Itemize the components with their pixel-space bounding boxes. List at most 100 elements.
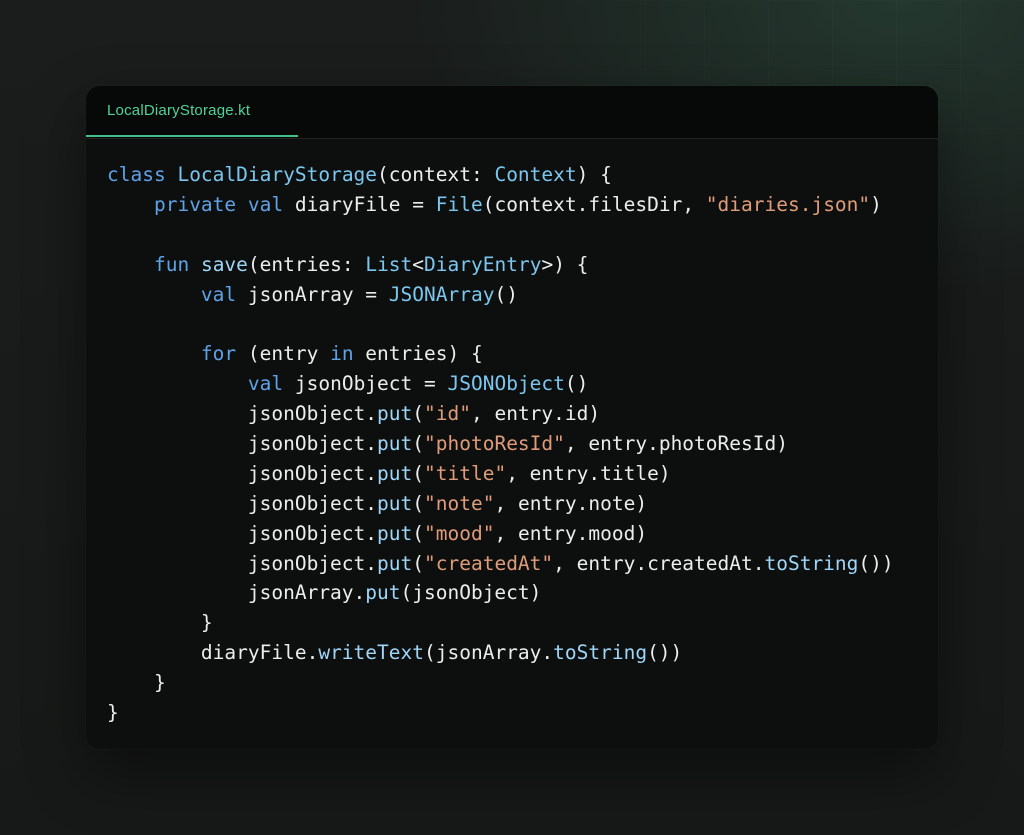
code-text: (entries:	[247, 252, 366, 276]
code-string: "createdAt"	[424, 551, 554, 575]
code-text: (	[412, 521, 425, 545]
code-type: List	[365, 252, 413, 276]
code-string: "diaries.json"	[705, 192, 871, 216]
code-line: jsonObject.put("title", entry.title)	[107, 459, 894, 489]
code-type: File	[435, 192, 483, 216]
code-text: )	[870, 192, 882, 216]
code-text: (	[412, 551, 425, 575]
code-text: , entry.note)	[494, 491, 648, 515]
code-text: (context.filesDir,	[482, 192, 706, 216]
code-line: }	[107, 668, 894, 698]
code-text: , entry.id)	[470, 402, 601, 426]
code-line: jsonObject.put("mood", entry.mood)	[107, 519, 894, 549]
code-text: ())	[647, 641, 683, 665]
code-text: ())	[858, 551, 894, 575]
code-line: for (entry in entries) {	[107, 339, 894, 369]
code-text: jsonObject.	[107, 551, 378, 575]
code-string: "photoResId"	[424, 432, 565, 456]
code-line: jsonObject.put("id", entry.id)	[107, 399, 894, 429]
code-text: (jsonObject)	[400, 581, 542, 605]
code-function: put	[377, 461, 413, 485]
code-function: writeText	[318, 641, 424, 665]
code-function: save	[200, 252, 248, 276]
code-text: >) {	[541, 252, 589, 276]
code-text: , entry.createdAt.	[553, 551, 765, 575]
code-text: (context:	[377, 163, 495, 186]
code-editor[interactable]: class LocalDiaryStorage(context: Context…	[107, 160, 894, 728]
code-line: fun save(entries: List<DiaryEntry>) {	[107, 250, 894, 280]
code-keyword: fun	[153, 252, 190, 276]
code-text: }	[107, 611, 213, 635]
code-string: "note"	[424, 491, 495, 515]
code-keyword: for	[200, 342, 237, 366]
code-text: jsonArray.	[107, 581, 366, 605]
code-text: (jsonArray.	[424, 641, 554, 665]
tab-file-label: LocalDiaryStorage.kt	[107, 102, 251, 119]
code-string: "id"	[424, 402, 471, 426]
code-text: ()	[494, 282, 518, 306]
code-text: diaryFile =	[283, 192, 436, 216]
code-line: jsonObject.put("photoResId", entry.photo…	[107, 429, 894, 459]
code-function: put	[377, 402, 413, 426]
code-text: jsonArray =	[236, 282, 389, 306]
code-keyword: val	[200, 282, 237, 306]
code-text: (	[412, 402, 425, 426]
code-function: put	[377, 521, 413, 545]
code-text: jsonObject.	[107, 402, 378, 426]
code-type: LocalDiaryStorage	[177, 163, 378, 186]
code-text: jsonObject.	[107, 521, 378, 545]
code-type: JSONArray	[388, 282, 495, 306]
code-function: put	[377, 432, 413, 456]
code-text: jsonObject =	[283, 372, 448, 396]
code-line: diaryFile.writeText(jsonArray.toString()…	[107, 638, 894, 668]
code-keyword: in	[330, 342, 354, 366]
code-type: DiaryEntry	[424, 252, 542, 276]
code-line: private val diaryFile = File(context.fil…	[107, 190, 894, 220]
code-keyword: class	[107, 163, 166, 186]
code-line: jsonObject.put("note", entry.note)	[107, 489, 894, 519]
code-text: entries) {	[353, 342, 483, 366]
code-text: (	[412, 461, 425, 485]
code-text: <	[412, 252, 425, 276]
code-function: put	[377, 551, 413, 575]
code-line: val jsonObject = JSONObject()	[107, 369, 894, 399]
code-text: , entry.mood)	[494, 521, 648, 545]
code-text: }	[107, 671, 166, 695]
code-function: put	[377, 491, 413, 515]
code-string: "title"	[424, 461, 507, 485]
code-line: jsonObject.put("createdAt", entry.create…	[107, 549, 894, 579]
code-text: , entry.title)	[506, 461, 671, 485]
code-text: (	[412, 432, 425, 456]
tab-file[interactable]: LocalDiaryStorage.kt	[86, 86, 298, 137]
code-window: LocalDiaryStorage.kt class LocalDiarySto…	[86, 86, 938, 749]
code-text: jsonObject.	[107, 461, 378, 485]
tab-bar: LocalDiaryStorage.kt	[86, 86, 938, 139]
code-text: diaryFile.	[107, 641, 319, 665]
code-line: val jsonArray = JSONArray()	[107, 280, 894, 310]
code-type: JSONObject	[447, 372, 565, 396]
code-function: toString	[553, 641, 648, 665]
code-function: toString	[764, 551, 859, 575]
code-string: "mood"	[424, 521, 495, 545]
code-keyword: val	[247, 192, 284, 216]
code-line: }	[107, 608, 894, 638]
code-text: jsonObject.	[107, 491, 378, 515]
code-text: ()	[564, 372, 589, 396]
code-text: (	[412, 491, 425, 515]
code-keyword: val	[247, 372, 284, 396]
code-line: }	[107, 698, 894, 728]
code-text: , entry.photoResId)	[564, 432, 788, 456]
code-function: put	[365, 581, 401, 605]
code-line: jsonArray.put(jsonObject)	[107, 578, 894, 608]
code-line: class LocalDiaryStorage(context: Context…	[107, 160, 894, 190]
code-text: (entry	[236, 342, 331, 366]
